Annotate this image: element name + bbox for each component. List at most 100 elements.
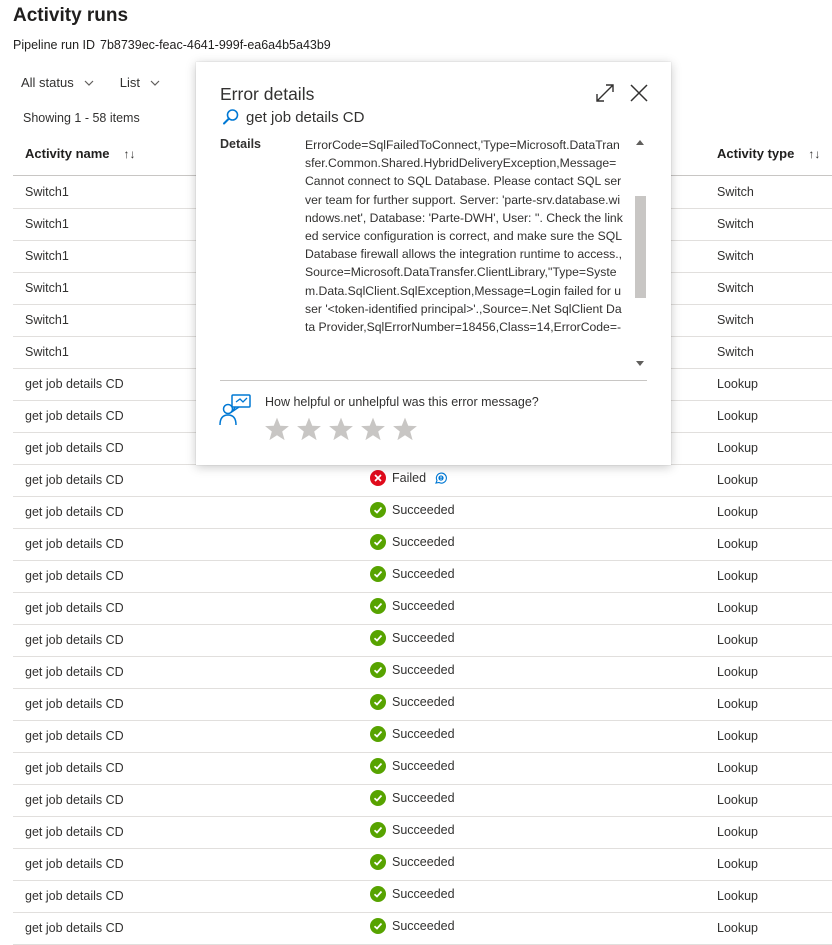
status-cell: Succeeded xyxy=(370,502,455,518)
status-cell: Succeeded xyxy=(370,918,455,934)
status-filter-dropdown[interactable]: All status xyxy=(21,75,94,90)
activity-type-cell: Lookup xyxy=(717,537,759,551)
search-icon xyxy=(223,109,239,125)
chat-info-icon[interactable] xyxy=(434,472,447,485)
activity-type-cell: Lookup xyxy=(717,761,759,775)
activity-type-cell: Lookup xyxy=(717,665,759,679)
activity-type-cell: Lookup xyxy=(717,569,759,583)
view-mode-label: List xyxy=(119,75,140,90)
activity-name-cell: get job details CD xyxy=(25,665,124,679)
status-cell: Succeeded xyxy=(370,726,455,742)
toolbar: All status List xyxy=(21,75,160,90)
checkmark-circle-icon xyxy=(370,534,386,550)
activity-name-cell: get job details CD xyxy=(25,473,124,487)
activity-name-cell: get job details CD xyxy=(25,857,124,871)
status-cell: Succeeded xyxy=(370,534,455,550)
activity-name-cell: get job details CD xyxy=(25,729,124,743)
table-row[interactable]: get job details CD Succeeded Lookup xyxy=(13,497,832,529)
table-row[interactable]: get job details CD Succeeded Lookup xyxy=(13,593,832,625)
checkmark-circle-icon xyxy=(370,854,386,870)
table-row[interactable]: get job details CD Succeeded Lookup xyxy=(13,657,832,689)
status-cell: Succeeded xyxy=(370,790,455,806)
details-scroll-area[interactable]: ErrorCode=SqlFailedToConnect,'Type=Micro… xyxy=(305,136,648,370)
table-row[interactable]: get job details CD Succeeded Lookup xyxy=(13,561,832,593)
activity-type-cell: Switch xyxy=(717,249,754,263)
checkmark-circle-icon xyxy=(370,790,386,806)
status-cell: Succeeded xyxy=(370,598,455,614)
table-row[interactable]: get job details CD Succeeded Lookup xyxy=(13,625,832,657)
column-header-activity-type[interactable]: Activity type ↑↓ xyxy=(717,146,820,161)
scroll-up-arrow-icon[interactable] xyxy=(636,140,644,145)
status-text: Succeeded xyxy=(392,599,455,613)
status-cell: Succeeded xyxy=(370,854,455,870)
activity-type-cell: Lookup xyxy=(717,633,759,647)
table-row[interactable]: get job details CD Succeeded Lookup xyxy=(13,913,832,945)
checkmark-circle-icon xyxy=(370,758,386,774)
checkmark-circle-icon xyxy=(370,502,386,518)
sort-icon[interactable]: ↑↓ xyxy=(808,147,820,161)
column-header-label: Activity type xyxy=(717,146,795,161)
activity-name-cell: get job details CD xyxy=(25,409,124,423)
table-row[interactable]: get job details CD Succeeded Lookup xyxy=(13,817,832,849)
activity-name-cell: Switch1 xyxy=(25,345,69,359)
activity-name-cell: Switch1 xyxy=(25,185,69,199)
checkmark-circle-icon xyxy=(370,694,386,710)
sort-icon[interactable]: ↑↓ xyxy=(124,147,136,161)
scroll-down-arrow-icon[interactable] xyxy=(636,361,644,366)
error-circle-icon xyxy=(370,470,386,486)
activity-name-cell: get job details CD xyxy=(25,793,124,807)
status-text: Succeeded xyxy=(392,791,455,805)
star-icon[interactable] xyxy=(328,416,354,442)
activity-type-cell: Lookup xyxy=(717,889,759,903)
feedback-question: How helpful or unhelpful was this error … xyxy=(265,395,539,409)
panel-activity: get job details CD xyxy=(222,108,364,126)
checkmark-circle-icon xyxy=(370,662,386,678)
table-row[interactable]: get job details CD Failed Lookup xyxy=(13,465,832,497)
chevron-down-icon xyxy=(150,80,160,86)
star-icon[interactable] xyxy=(360,416,386,442)
details-scrollbar[interactable] xyxy=(632,136,648,370)
checkmark-circle-icon xyxy=(370,630,386,646)
activity-type-cell: Switch xyxy=(717,313,754,327)
column-header-activity-name[interactable]: Activity name ↑↓ xyxy=(25,146,136,161)
star-rating xyxy=(264,416,418,442)
table-row[interactable]: get job details CD Succeeded Lookup xyxy=(13,881,832,913)
table-row[interactable]: get job details CD Succeeded Lookup xyxy=(13,689,832,721)
activity-type-cell: Lookup xyxy=(717,921,759,935)
status-text: Succeeded xyxy=(392,759,455,773)
table-row[interactable]: get job details CD Succeeded Lookup xyxy=(13,753,832,785)
table-row[interactable]: get job details CD Succeeded Lookup xyxy=(13,721,832,753)
close-icon[interactable] xyxy=(628,82,650,104)
star-icon[interactable] xyxy=(392,416,418,442)
status-text: Succeeded xyxy=(392,567,455,581)
status-text: Succeeded xyxy=(392,503,455,517)
activity-name-cell: get job details CD xyxy=(25,601,124,615)
status-text: Succeeded xyxy=(392,695,455,709)
status-text: Succeeded xyxy=(392,919,455,933)
status-text: Succeeded xyxy=(392,855,455,869)
activity-type-cell: Lookup xyxy=(717,505,759,519)
error-details-text: ErrorCode=SqlFailedToConnect,'Type=Micro… xyxy=(305,138,623,335)
table-row[interactable]: get job details CD Succeeded Lookup xyxy=(13,529,832,561)
activity-type-cell: Lookup xyxy=(717,697,759,711)
status-cell: Succeeded xyxy=(370,822,455,838)
star-icon[interactable] xyxy=(264,416,290,442)
table-row[interactable]: get job details CD Succeeded Lookup xyxy=(13,785,832,817)
scrollbar-thumb[interactable] xyxy=(635,196,646,298)
star-icon[interactable] xyxy=(296,416,322,442)
panel-divider xyxy=(220,380,647,381)
activity-type-cell: Switch xyxy=(717,185,754,199)
column-header-label: Activity name xyxy=(25,146,110,161)
status-text: Succeeded xyxy=(392,535,455,549)
activity-type-cell: Lookup xyxy=(717,473,759,487)
activity-type-cell: Switch xyxy=(717,217,754,231)
checkmark-circle-icon xyxy=(370,822,386,838)
table-row[interactable]: get job details CD Succeeded Lookup xyxy=(13,849,832,881)
expand-icon[interactable] xyxy=(594,82,616,104)
status-cell: Succeeded xyxy=(370,758,455,774)
activity-name-cell: get job details CD xyxy=(25,633,124,647)
status-cell: Succeeded xyxy=(370,662,455,678)
checkmark-circle-icon xyxy=(370,726,386,742)
activity-name-cell: get job details CD xyxy=(25,441,124,455)
view-mode-dropdown[interactable]: List xyxy=(120,75,160,90)
